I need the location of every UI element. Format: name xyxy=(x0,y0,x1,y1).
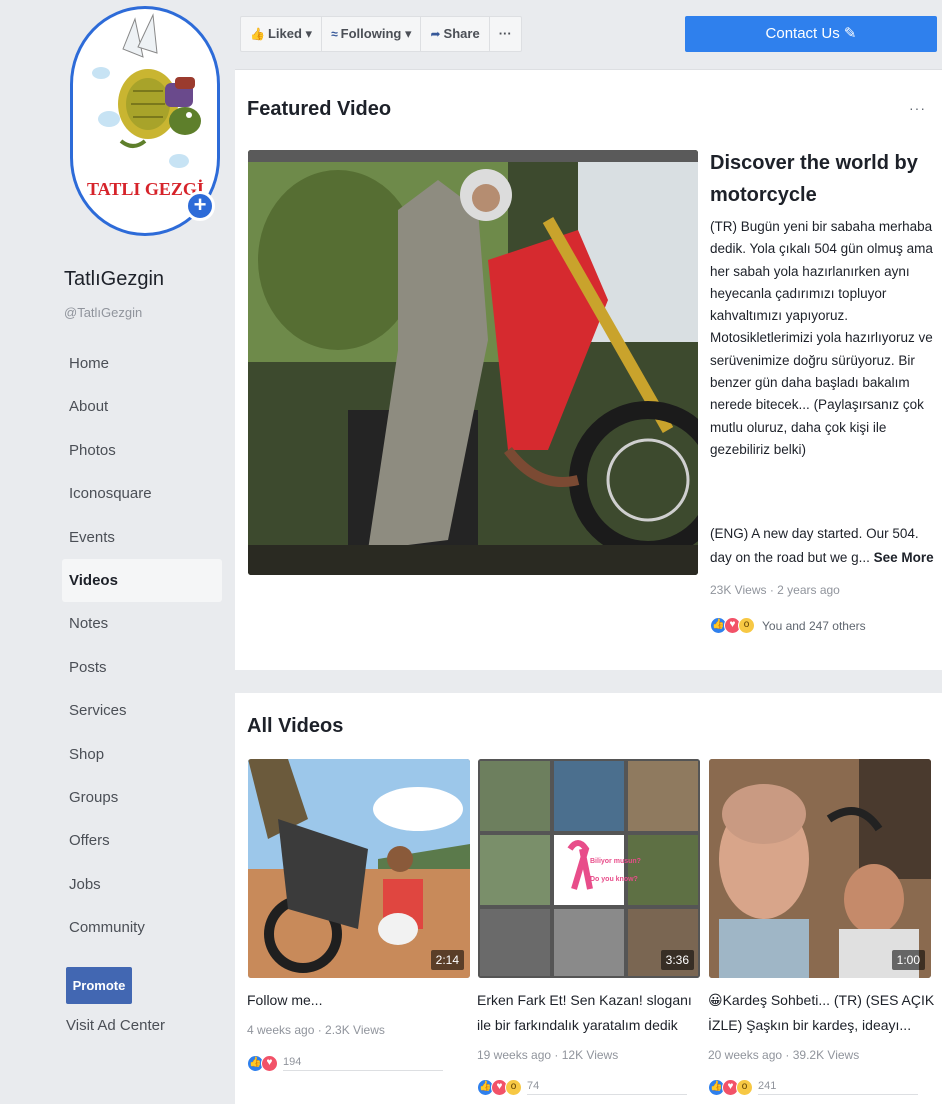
video-meta: 19 weeks ago · 12K Views xyxy=(477,1048,619,1062)
all-videos-card: All Videos 2:14 Follow me... 4 weeks ago… xyxy=(235,693,942,1104)
sidebar-item-services[interactable]: Services xyxy=(62,689,222,732)
see-more-link[interactable]: See More xyxy=(874,550,934,565)
sidebar-nav: Home About Photos Iconosquare Events Vid… xyxy=(62,342,222,949)
contact-us-button[interactable]: Contact Us ✎ xyxy=(685,16,937,52)
video-duration: 3:36 xyxy=(660,950,694,970)
following-label: Following xyxy=(340,26,402,41)
chevron-down-icon: ▾ xyxy=(404,26,412,41)
chevron-down-icon: ▾ xyxy=(305,26,313,41)
wow-reaction-icon: o xyxy=(736,1079,753,1096)
sidebar-item-home[interactable]: Home xyxy=(62,342,222,385)
sidebar-item-shop[interactable]: Shop xyxy=(62,733,222,776)
page-action-bar: 👍 Liked ▾ ≈ Following ▾ ➦ Share ··· Contact… xyxy=(240,16,942,54)
add-profile-photo-icon[interactable]: + xyxy=(185,191,215,221)
sidebar-item-community[interactable]: Community xyxy=(62,906,222,949)
page-title[interactable]: TatlıGezgin xyxy=(64,268,164,291)
visit-ad-center-link[interactable]: Visit Ad Center xyxy=(66,1017,165,1034)
reactions-count: 241 xyxy=(758,1080,918,1095)
share-label: Share xyxy=(443,26,480,41)
sidebar-item-notes[interactable]: Notes xyxy=(62,602,222,645)
video-title[interactable]: 😀Kardeş Sohbeti... (TR) (SES AÇIK İZLE) … xyxy=(708,988,936,1038)
featured-video-description: (TR) Bugün yeni bir sabaha merhaba dedik… xyxy=(710,219,933,457)
video-thumbnail-image xyxy=(248,759,470,978)
promote-button[interactable]: Promote xyxy=(66,967,132,1004)
video-thumbnail-image xyxy=(709,759,931,978)
page-action-buttons: 👍 Liked ▾ ≈ Following ▾ ➦ Share ··· xyxy=(240,16,522,52)
sidebar-item-offers[interactable]: Offers xyxy=(62,819,222,862)
haha-reaction-icon: o xyxy=(505,1079,522,1096)
page-sidebar: TATLI GEZGİ + TatlıGezgin @TatlıGezgin H… xyxy=(16,0,232,1104)
featured-video-player[interactable] xyxy=(248,150,698,575)
video-thumbnail[interactable]: 1:00 xyxy=(709,759,931,978)
following-button[interactable]: ≈ Following ▾ xyxy=(322,17,422,51)
liked-label: Liked xyxy=(267,26,302,41)
liked-button[interactable]: 👍 Liked ▾ xyxy=(241,17,323,51)
contact-us-label: Contact Us xyxy=(765,25,840,42)
featured-video-thumbnail xyxy=(248,150,698,575)
video-meta: 4 weeks ago · 2.3K Views xyxy=(247,1023,385,1037)
featured-video-description-eng: (ENG) A new day started. Our 504. day on… xyxy=(710,522,935,569)
video-reactions[interactable]: 👍 ♥ o 74 xyxy=(477,1079,687,1096)
video-title[interactable]: Follow me... xyxy=(247,988,475,1013)
sidebar-item-iconosquare[interactable]: Iconosquare xyxy=(62,472,222,515)
more-options-button[interactable]: ··· xyxy=(490,17,521,51)
featured-reactions[interactable]: 👍 ♥ o You and 247 others xyxy=(710,617,866,634)
featured-options-button[interactable]: ··· xyxy=(909,100,926,116)
sidebar-item-groups[interactable]: Groups xyxy=(62,776,222,819)
sidebar-item-about[interactable]: About xyxy=(62,385,222,428)
video-duration: 2:14 xyxy=(430,950,464,970)
rss-icon: ≈ xyxy=(331,27,338,41)
reactions-count: 194 xyxy=(283,1056,443,1071)
video-duration: 1:00 xyxy=(891,950,925,970)
sidebar-item-events[interactable]: Events xyxy=(62,516,222,559)
reactions-count: 74 xyxy=(527,1080,687,1095)
wow-reaction-icon: o xyxy=(738,617,755,634)
share-button[interactable]: ➦ Share xyxy=(421,17,490,51)
thumbnail-overlay-text: Do you know? xyxy=(590,876,638,883)
avatar-logo-text: TATLI GEZGİ xyxy=(87,179,204,199)
all-videos-heading: All Videos xyxy=(247,715,344,737)
video-meta: 20 weeks ago · 39.2K Views xyxy=(708,1048,860,1062)
thumbnail-overlay-text: Biliyor musun? xyxy=(590,858,641,865)
video-thumbnail-image: Biliyor musun? Do you know? xyxy=(478,759,700,978)
sidebar-item-videos[interactable]: Videos xyxy=(62,558,222,603)
video-title[interactable]: Erken Fark Et! Sen Kazan! sloganı ile bi… xyxy=(477,988,705,1038)
sidebar-item-posts[interactable]: Posts xyxy=(62,646,222,689)
video-reactions[interactable]: 👍 ♥ o 241 xyxy=(708,1079,918,1096)
featured-video-title[interactable]: Discover the world by motorcycle xyxy=(710,147,930,211)
pencil-icon: ✎ xyxy=(843,25,857,42)
featured-video-meta: 23K Views · 2 years ago xyxy=(710,583,840,597)
sidebar-item-jobs[interactable]: Jobs xyxy=(62,863,222,906)
featured-video-card: Featured Video ··· Discover the world by… xyxy=(235,70,942,670)
page-handle[interactable]: @TatlıGezgin xyxy=(64,305,142,320)
thumbs-up-icon: 👍 xyxy=(250,27,265,41)
featured-video-heading: Featured Video xyxy=(247,98,392,120)
reactions-summary[interactable]: You and 247 others xyxy=(762,619,866,633)
page-avatar-container[interactable]: TATLI GEZGİ + xyxy=(70,6,222,236)
video-reactions[interactable]: 👍 ♥ 194 xyxy=(247,1055,443,1072)
love-reaction-icon: ♥ xyxy=(261,1055,278,1072)
video-thumbnail[interactable]: 2:14 xyxy=(248,759,470,978)
video-thumbnail[interactable]: Biliyor musun? Do you know? 3:36 xyxy=(478,759,700,978)
share-arrow-icon: ➦ xyxy=(430,27,441,41)
sidebar-item-photos[interactable]: Photos xyxy=(62,429,222,472)
